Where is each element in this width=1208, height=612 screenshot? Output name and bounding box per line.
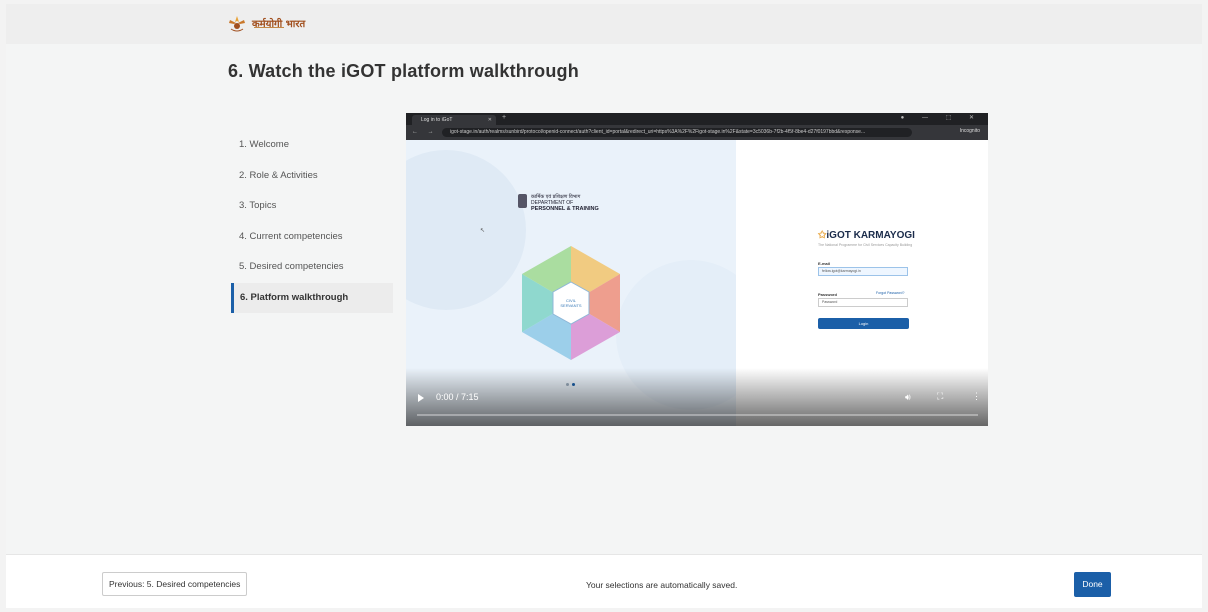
plus-icon: + — [502, 114, 507, 121]
hex-center-label: CIVIL SERVANTS — [560, 298, 582, 308]
step-desired-competencies[interactable]: 5. Desired competencies — [231, 252, 393, 283]
step-welcome[interactable]: 1. Welcome — [231, 130, 393, 161]
emblem-icon — [518, 194, 527, 208]
step-role-activities[interactable]: 2. Role & Activities — [231, 161, 393, 192]
step-current-competencies[interactable]: 4. Current competencies — [231, 222, 393, 253]
step-platform-walkthrough[interactable]: 6. Platform walkthrough — [231, 282, 393, 313]
fullscreen-icon[interactable]: ⛶ — [937, 391, 943, 402]
login-button[interactable]: Login — [818, 318, 909, 329]
top-bar: कर्मयोगी भारत — [6, 4, 1202, 44]
forgot-password-link[interactable]: Forgot Password? — [876, 291, 904, 295]
password-label: Password — [818, 292, 837, 297]
dept-logo-text: कार्मिक एवं प्रशिक्षण विभाग DEPARTMENT O… — [531, 194, 599, 212]
incognito-label: Incognito — [959, 128, 980, 134]
karmayogi-logo[interactable]: कर्मयोगी भारत — [226, 14, 305, 32]
igot-brand-text: iGOT KARMAYOGI — [826, 230, 915, 241]
video-progress-bar[interactable] — [417, 414, 978, 416]
autosave-status: Your selections are automatically saved. — [586, 580, 738, 590]
page-title: 6. Watch the iGOT platform walkthrough — [228, 61, 579, 81]
mouse-cursor-icon: ↖ — [480, 228, 486, 234]
dept-line-2: PERSONNEL & TRAINING — [531, 206, 599, 212]
browser-url-bar: ← → ⟳ igot-stage.in/auth/realms/sunbird/… — [406, 125, 988, 140]
play-icon[interactable] — [418, 394, 424, 402]
igot-brand: ✩iGOT KARMAYOGI — [818, 230, 915, 241]
igot-tagline: The National Programme for Civil Service… — [818, 243, 913, 247]
email-label: E-mail — [818, 261, 831, 266]
walkthrough-video[interactable]: Log in to iGoT ✕ + ● — ⬚ ✕ ← → ⟳ igot-st… — [406, 113, 988, 426]
more-options-icon[interactable]: ⋮ — [972, 391, 981, 402]
logo-underline — [254, 27, 284, 28]
window-controls-icon: ● — ⬚ ✕ — [900, 115, 982, 121]
step-topics[interactable]: 3. Topics — [231, 191, 393, 222]
browser-tab-title: Log in to iGoT — [421, 117, 453, 123]
video-time: 0:00 / 7:15 — [436, 392, 479, 402]
browser-tab: Log in to iGoT ✕ — [412, 115, 496, 125]
email-field[interactable]: fellow.igot@karmayogi.in — [818, 267, 908, 276]
url-text: igot-stage.in/auth/realms/sunbird/protoc… — [442, 128, 912, 137]
done-button[interactable]: Done — [1074, 572, 1111, 597]
close-icon: ✕ — [487, 117, 492, 123]
app-frame: कर्मयोगी भारत 6. Watch the iGOT platform… — [6, 4, 1202, 608]
decor-circle — [406, 150, 526, 310]
previous-button[interactable]: Previous: 5. Desired competencies — [102, 572, 248, 596]
browser-tab-bar: Log in to iGoT ✕ + ● — ⬚ ✕ — [406, 113, 988, 125]
steps-nav: 1. Welcome 2. Role & Activities 3. Topic… — [231, 130, 393, 313]
password-field[interactable]: Password — [818, 298, 908, 307]
karmayogi-logo-icon — [229, 16, 245, 32]
volume-icon[interactable]: 🔊︎ — [905, 392, 911, 403]
footer-bar: Previous: 5. Desired competencies Your s… — [6, 554, 1202, 608]
video-controls-overlay — [406, 368, 988, 426]
